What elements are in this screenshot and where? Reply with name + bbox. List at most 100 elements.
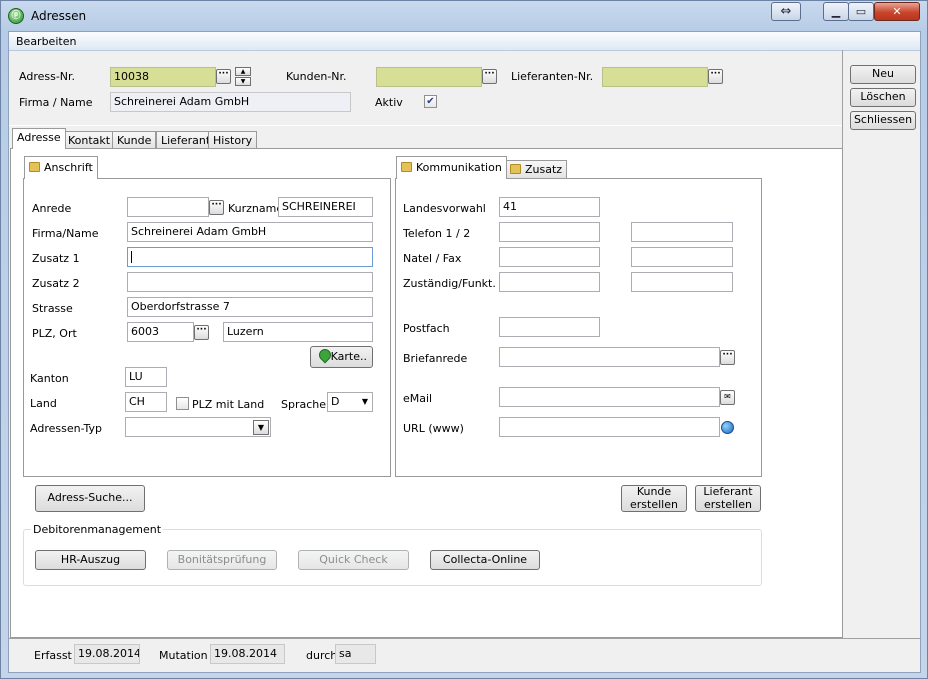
zusatz1-label: Zusatz 1	[32, 252, 80, 265]
firma-field[interactable]: Schreinerei Adam GmbH	[110, 92, 351, 112]
debitoren-title: Debitorenmanagement	[31, 523, 164, 536]
briefanrede-field[interactable]	[499, 347, 720, 367]
firma-name-field[interactable]: Schreinerei Adam GmbH	[127, 222, 373, 242]
loeschen-button[interactable]: Löschen	[850, 88, 916, 107]
ort-field[interactable]: Luzern	[223, 322, 373, 342]
adress-nr-label: Adress-Nr.	[19, 70, 76, 83]
tab-kommunikation[interactable]: Kommunikation	[396, 156, 507, 179]
zustaendig-field[interactable]	[499, 272, 600, 292]
email-compose-icon[interactable]: ✉	[720, 390, 735, 405]
plz-mit-land-checkbox[interactable]	[176, 397, 189, 410]
maximize-button[interactable]: ▭	[848, 2, 874, 21]
tab-anschrift[interactable]: Anschrift	[24, 156, 98, 179]
window-title: Adressen	[31, 9, 87, 23]
title-bar[interactable]: ⓟ Adressen ⇔ ▁ ▭ ✕	[1, 1, 927, 31]
plz-mit-land-label: PLZ mit Land	[192, 398, 265, 411]
url-label: URL (www)	[403, 422, 464, 435]
adress-suche-button[interactable]: Adress-Suche...	[35, 485, 145, 512]
collecta-online-button[interactable]: Collecta-Online	[430, 550, 540, 570]
fax-field[interactable]	[631, 247, 733, 267]
minimize-button[interactable]: ▁	[823, 2, 849, 21]
lieferanten-nr-lookup-button[interactable]: ···	[708, 69, 723, 84]
schliessen-button[interactable]: Schliessen	[850, 111, 916, 130]
menu-bar: Bearbeiten	[9, 32, 920, 51]
spin-down-icon[interactable]: ▼	[235, 77, 251, 86]
dropdown-arrow-icon[interactable]: ▼	[253, 420, 269, 435]
adressen-typ-label: Adressen-Typ	[30, 422, 103, 435]
kunde-erstellen-button[interactable]: Kunde erstellen	[621, 485, 687, 512]
dropdown-arrow-icon: ▼	[361, 397, 368, 406]
landesvorwahl-field[interactable]: 41	[499, 197, 600, 217]
adress-nr-spinner[interactable]: ▲ ▼	[235, 67, 251, 86]
neu-button[interactable]: Neu	[850, 65, 916, 84]
zusatz1-field[interactable]	[127, 247, 373, 267]
tab-anschrift-label: Anschrift	[44, 161, 93, 174]
status-bar	[9, 638, 920, 672]
tab-kontakt[interactable]: Kontakt	[63, 131, 116, 149]
aktiv-checkbox[interactable]: ✔	[424, 95, 437, 108]
kurzname-label: Kurzname	[228, 202, 284, 215]
natel-fax-label: Natel / Fax	[403, 252, 462, 265]
url-field[interactable]	[499, 417, 720, 437]
telefon2-field[interactable]	[631, 222, 733, 242]
karte-label: Karte..	[330, 349, 367, 363]
kunden-nr-lookup-button[interactable]: ···	[482, 69, 497, 84]
tab-kommunikation-label: Kommunikation	[416, 161, 502, 174]
email-field[interactable]	[499, 387, 720, 407]
plz-ort-label: PLZ, Ort	[32, 327, 77, 340]
client-area: Bearbeiten Adress-Nr. 10038 ··· ▲ ▼ Kund…	[8, 31, 921, 673]
plz-lookup-button[interactable]: ···	[194, 325, 209, 340]
globe-icon[interactable]	[721, 421, 734, 434]
sprache-select[interactable]: D ▼	[327, 392, 373, 412]
land-label: Land	[30, 397, 57, 410]
menu-bearbeiten[interactable]: Bearbeiten	[16, 35, 76, 48]
karte-button[interactable]: Karte..	[310, 346, 373, 368]
tab-zusatz[interactable]: Zusatz	[505, 160, 568, 178]
lieferant-erstellen-button[interactable]: Lieferant erstellen	[695, 485, 761, 512]
anrede-label: Anrede	[32, 202, 72, 215]
text-cursor	[131, 251, 132, 263]
kunde-erstellen-label-2: erstellen	[630, 497, 678, 511]
zusatz2-label: Zusatz 2	[32, 277, 80, 290]
lieferanten-nr-field[interactable]	[602, 67, 708, 87]
hr-auszug-button[interactable]: HR-Auszug	[35, 550, 146, 570]
funktion-field[interactable]	[631, 272, 733, 292]
adress-nr-field[interactable]: 10038	[110, 67, 216, 87]
folder-icon	[510, 164, 521, 174]
kurzname-field[interactable]: SCHREINEREI	[278, 197, 373, 217]
durch-field: sa	[335, 644, 376, 664]
adress-nr-lookup-button[interactable]: ···	[216, 69, 231, 84]
anrede-lookup-button[interactable]: ···	[209, 200, 224, 215]
tab-adresse[interactable]: Adresse	[12, 128, 66, 149]
close-button[interactable]: ✕	[874, 2, 920, 21]
plz-field[interactable]: 6003	[127, 322, 194, 342]
briefanrede-lookup-button[interactable]: ···	[720, 350, 735, 365]
erfasst-label: Erfasst	[34, 649, 72, 662]
strasse-field[interactable]: Oberdorfstrasse 7	[127, 297, 373, 317]
tab-history[interactable]: History	[208, 131, 258, 149]
tab-lieferant[interactable]: Lieferant	[156, 131, 216, 149]
lieferant-erstellen-label-2: erstellen	[704, 497, 752, 511]
natel-field[interactable]	[499, 247, 600, 267]
swap-arrows-icon[interactable]: ⇔	[771, 2, 801, 21]
land-field[interactable]: CH	[125, 392, 167, 412]
kunden-nr-field[interactable]	[376, 67, 482, 87]
strasse-label: Strasse	[32, 302, 73, 315]
postfach-label: Postfach	[403, 322, 450, 335]
aktiv-label: Aktiv	[375, 96, 403, 109]
bonitaetspruefung-button[interactable]: Bonitätsprüfung	[167, 550, 277, 570]
header-divider	[9, 125, 842, 126]
telefon1-field[interactable]	[499, 222, 600, 242]
kanton-label: Kanton	[30, 372, 69, 385]
zusatz2-field[interactable]	[127, 272, 373, 292]
anrede-field[interactable]	[127, 197, 209, 217]
briefanrede-label: Briefanrede	[403, 352, 468, 365]
kanton-field[interactable]: LU	[125, 367, 167, 387]
adressen-typ-select[interactable]	[125, 417, 271, 437]
tab-kunde[interactable]: Kunde	[112, 131, 157, 149]
spin-up-icon[interactable]: ▲	[235, 67, 251, 76]
kunden-nr-label: Kunden-Nr.	[286, 70, 347, 83]
folder-icon	[29, 162, 40, 172]
postfach-field[interactable]	[499, 317, 600, 337]
quick-check-button[interactable]: Quick Check	[298, 550, 409, 570]
